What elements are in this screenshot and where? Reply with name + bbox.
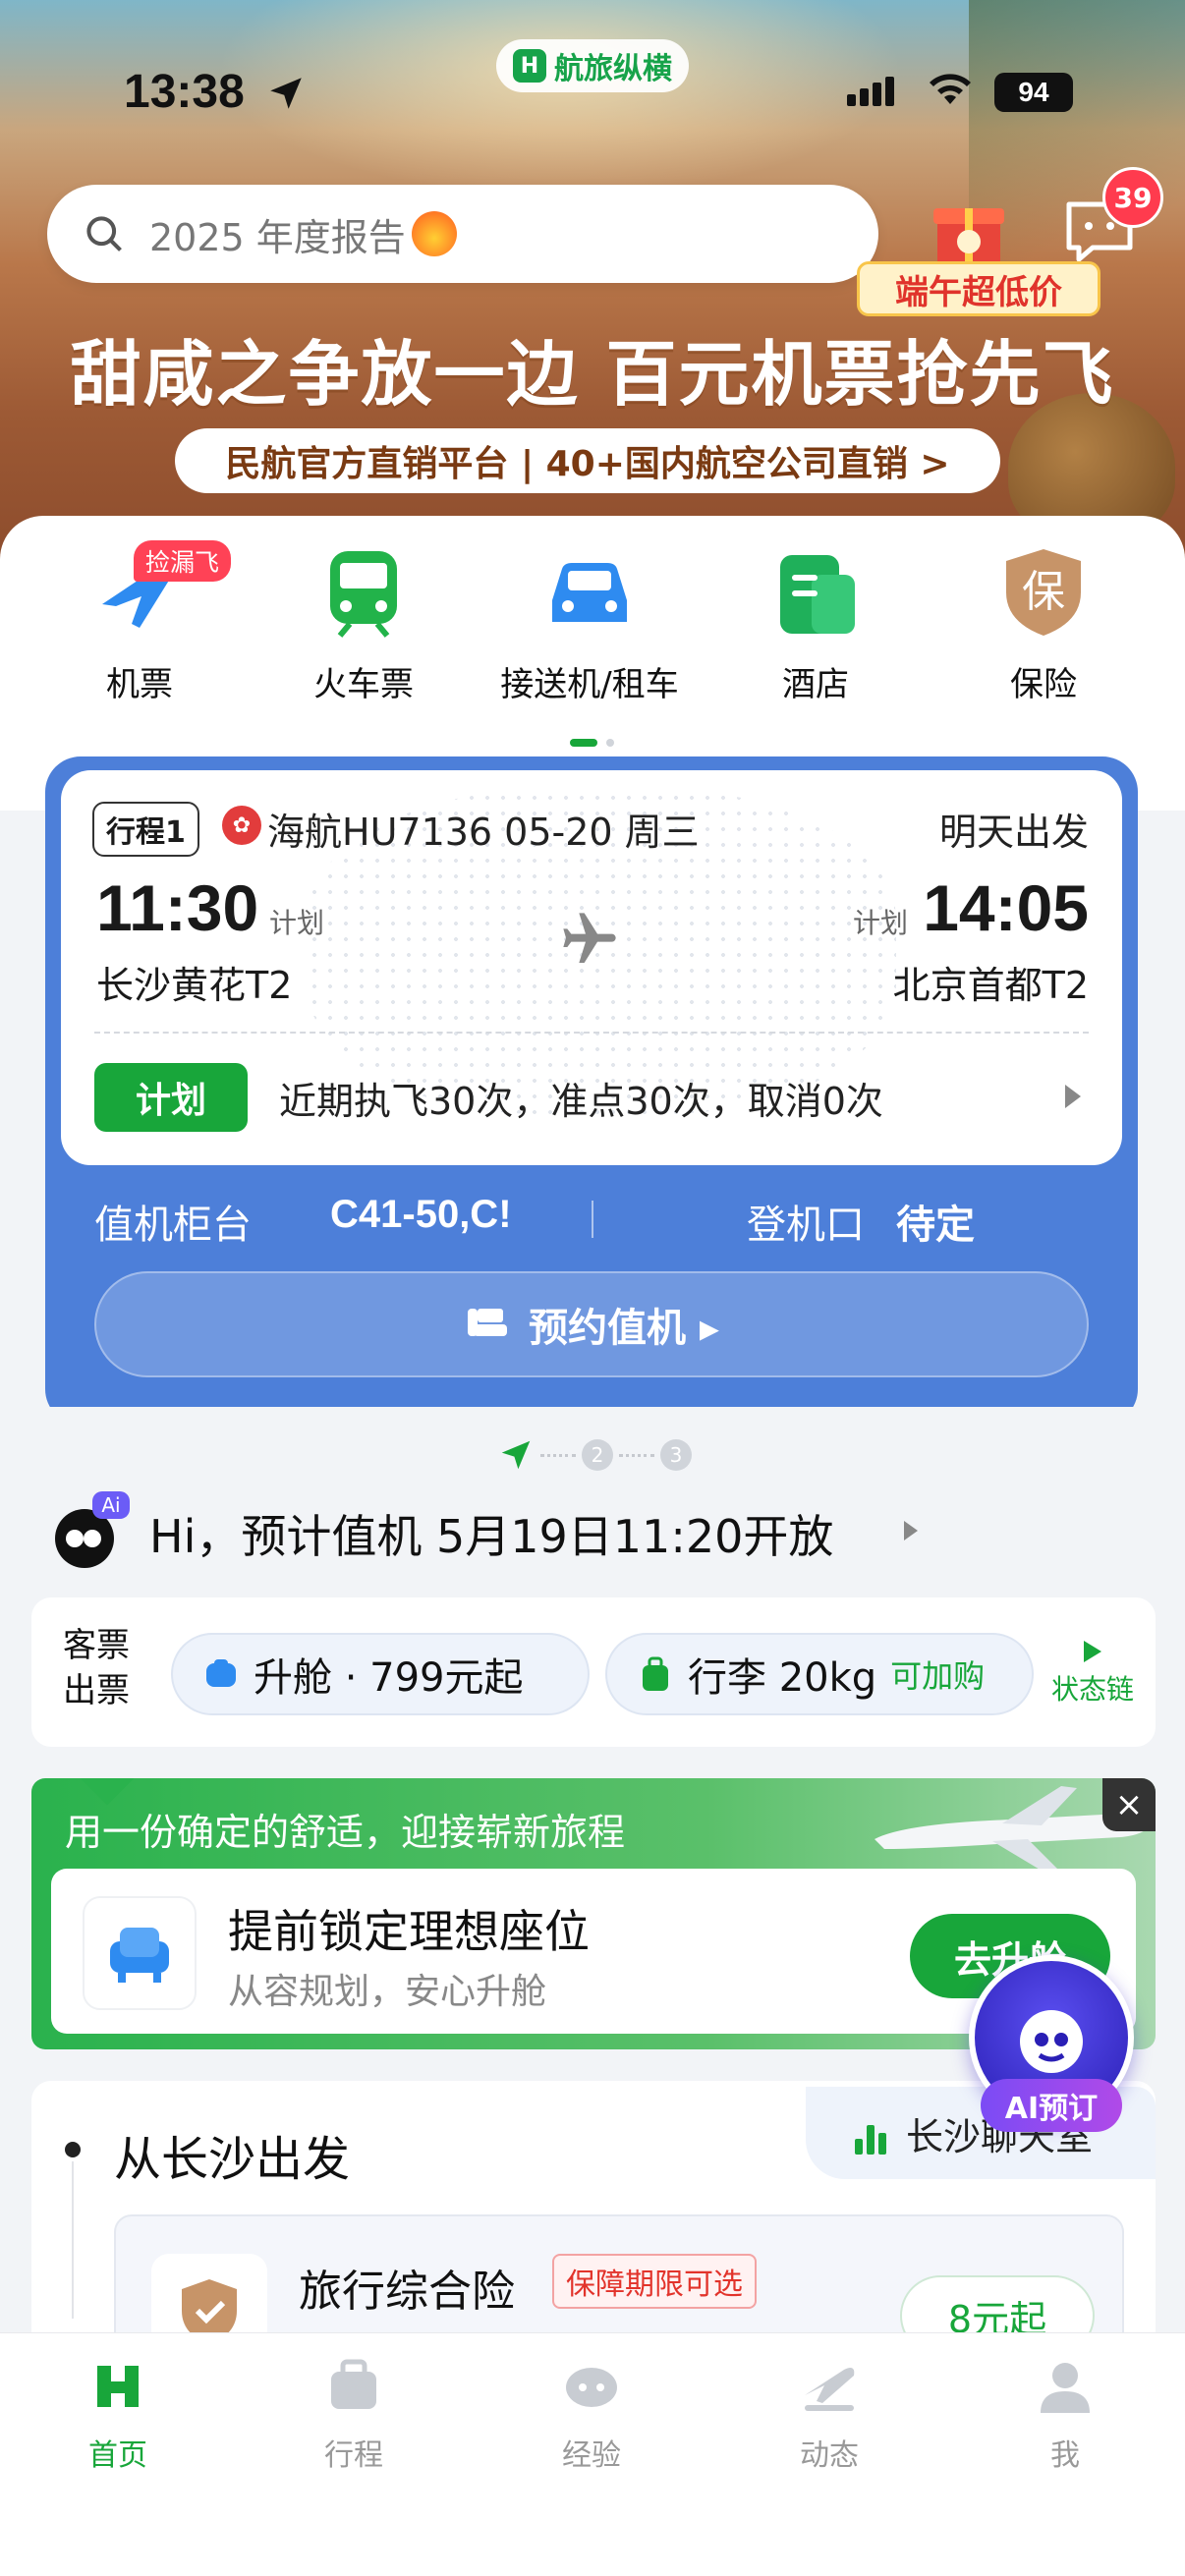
bar-chart-icon xyxy=(855,2111,890,2155)
arrival-airport: 北京首都T2 xyxy=(892,964,1089,1007)
battery-indicator: 94 xyxy=(994,73,1073,112)
train-icon xyxy=(330,551,397,638)
chevron-right-icon[interactable] xyxy=(904,1521,918,1540)
trip-icon xyxy=(331,2359,376,2409)
armchair-icon xyxy=(83,1896,197,2010)
divider xyxy=(94,1032,1089,1034)
seat-icon xyxy=(467,1309,507,1336)
checkin-counter-label: 值机柜台 xyxy=(94,1203,252,1248)
cellular-signal-icon xyxy=(847,77,898,106)
category-train[interactable]: 火车票 xyxy=(265,545,462,705)
gate-label: 登机口 xyxy=(747,1203,865,1248)
search-placeholder: 2025 年度报告 xyxy=(149,215,406,259)
upgrade-chip[interactable]: 升舱 · 799元起 xyxy=(171,1633,590,1715)
departure-time: 11:30 xyxy=(96,871,259,944)
svg-text:保: 保 xyxy=(1022,567,1065,617)
upgrade-offer-title: 提前锁定理想座位 xyxy=(228,1905,590,1958)
luggage-chip[interactable]: 行李 20kg 可加购 xyxy=(605,1633,1034,1715)
tab-home[interactable]: 首页 xyxy=(39,2356,197,2474)
promo-tag[interactable]: 端午超低价 xyxy=(857,261,1100,316)
tab-profile[interactable]: 我 xyxy=(987,2356,1144,2474)
category-insurance[interactable]: 保 保险 xyxy=(945,545,1142,705)
status-time: 13:38 xyxy=(124,66,245,118)
insurance-tag: 保障期限可选 xyxy=(552,2254,757,2309)
status-chain-button[interactable]: 状态链 xyxy=(1051,1641,1134,1708)
banner-headline: 甜咸之争放一边 百元机票抢先飞 xyxy=(70,333,1115,416)
banner-subline-button[interactable]: 民航官方直销平台 | 40+国内航空公司直销 > xyxy=(175,428,1000,493)
svg-text:Ai: Ai xyxy=(101,1493,120,1517)
play-icon xyxy=(1084,1641,1101,1662)
close-icon[interactable]: × xyxy=(1102,1778,1156,1831)
flight-status-pill: 计划 xyxy=(94,1063,248,1132)
location-arrow-icon xyxy=(270,78,302,109)
fire-icon xyxy=(411,211,457,256)
experience-icon xyxy=(566,2368,617,2407)
search-icon xyxy=(86,216,122,252)
departure-airport: 长沙黄花T2 xyxy=(96,964,293,1007)
departure-relative-day: 明天出发 xyxy=(938,811,1089,854)
upgrade-promo-title: 用一份确定的舒适，迎接崭新旅程 xyxy=(65,1811,626,1854)
upgrade-offer-subtitle: 从容规划，安心升舱 xyxy=(228,1972,547,2012)
departure-plan-label: 计划 xyxy=(269,907,325,939)
home-icon xyxy=(97,2366,139,2407)
app-name-pill: H 航旅纵横 xyxy=(496,39,689,92)
airline-logo-icon: ✿ xyxy=(222,806,261,845)
punctuality-stats[interactable]: 近期执飞30次，准点30次，取消0次 xyxy=(279,1071,883,1125)
hotel-icon xyxy=(780,555,855,634)
gate-value: 待定 xyxy=(896,1203,975,1248)
wifi-icon xyxy=(930,74,971,104)
location-arrow-icon xyxy=(501,1440,531,1470)
insurance-title: 旅行综合险 xyxy=(299,2267,515,2317)
message-count-badge: 39 xyxy=(1102,167,1163,228)
timeline-dot xyxy=(65,2142,81,2157)
ai-greeting-message[interactable]: Hi，预计值机 5月19日11:20开放 xyxy=(149,1501,833,1566)
flight-number-date: 海航HU7136 05-20 周三 xyxy=(267,811,700,854)
chevron-right-icon[interactable] xyxy=(1065,1085,1081,1108)
arrival-time: 14:05 xyxy=(923,871,1089,944)
gift-icon[interactable] xyxy=(931,189,1006,271)
checkin-counter-value: C41-50,C! xyxy=(330,1193,512,1236)
category-hotel[interactable]: 酒店 xyxy=(717,545,914,705)
ai-assistant-avatar[interactable]: Ai xyxy=(49,1489,132,1572)
luggage-icon xyxy=(643,1656,668,1691)
ai-booking-label[interactable]: AI预订 xyxy=(981,2079,1122,2132)
reserve-checkin-button[interactable]: 预约值机 ▸ xyxy=(94,1271,1089,1377)
ticket-status: 客票 出票 xyxy=(63,1626,130,1710)
category-pager xyxy=(570,732,615,751)
search-bar[interactable]: 2025 年度报告 xyxy=(47,185,878,283)
insurance-icon: 保 xyxy=(1006,549,1081,636)
app-name: 航旅纵横 xyxy=(554,52,672,86)
flight-status-icon xyxy=(805,2368,855,2411)
tab-trip[interactable]: 行程 xyxy=(275,2356,432,2474)
tab-flight-status[interactable]: 动态 xyxy=(751,2356,908,2474)
trip-tag: 行程1 xyxy=(92,802,199,857)
flight-deal-badge: 捡漏飞 xyxy=(134,540,232,582)
arrival-plan-label: 计划 xyxy=(853,907,909,939)
seat-icon xyxy=(206,1659,236,1687)
ai-bot-icon xyxy=(1020,2010,1083,2073)
step-indicator: 2 3 xyxy=(497,1436,692,1474)
separator xyxy=(592,1201,593,1238)
app-logo-icon: H xyxy=(513,49,546,83)
car-icon xyxy=(552,563,627,622)
profile-icon xyxy=(1041,2363,1090,2413)
timeline-line xyxy=(72,2161,74,2319)
tab-experience[interactable]: 经验 xyxy=(513,2356,670,2474)
airplane-icon xyxy=(563,913,616,963)
category-car[interactable]: 接送机/租车 xyxy=(491,545,688,705)
departure-city-title: 从长沙出发 xyxy=(114,2132,351,2187)
